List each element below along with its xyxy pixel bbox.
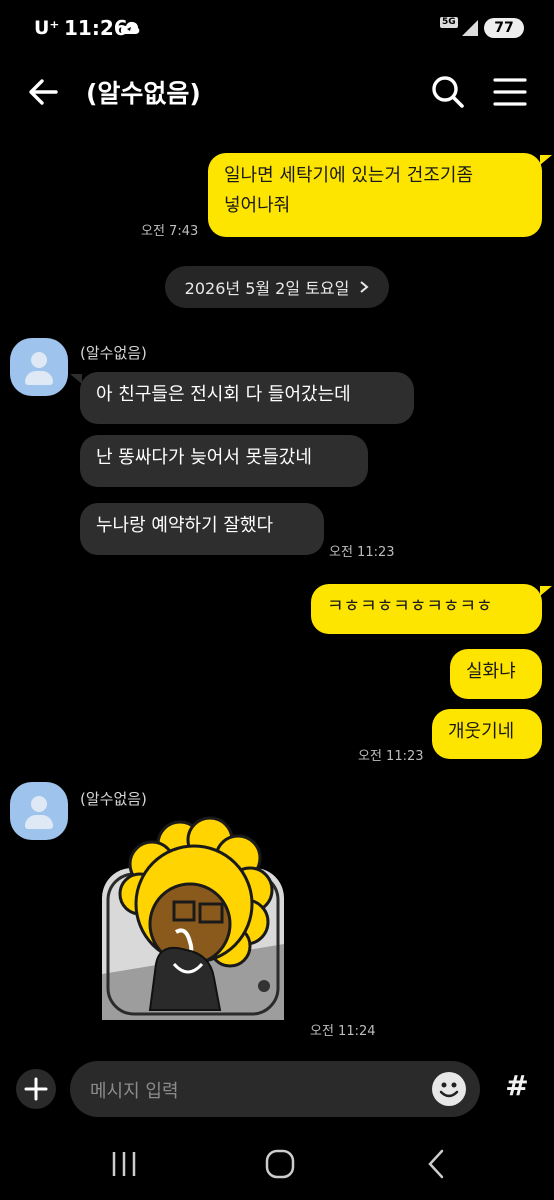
sender-name: (알수없음) bbox=[80, 790, 147, 808]
carrier-label: U⁺ bbox=[34, 17, 60, 39]
outgoing-message-bubble[interactable]: 개웃기네 bbox=[432, 709, 542, 759]
message-text: 실화냐 bbox=[466, 661, 516, 682]
battery-indicator: 77 bbox=[484, 18, 524, 38]
incoming-message-bubble[interactable]: 누나랑 예약하기 잘했다 bbox=[80, 503, 324, 555]
hashtag-button[interactable]: # bbox=[494, 1063, 540, 1109]
avatar-head bbox=[31, 352, 47, 368]
outgoing-message-bubble[interactable]: 실화냐 bbox=[450, 649, 542, 699]
attach-button[interactable] bbox=[16, 1069, 56, 1109]
date-divider[interactable]: 2026년 5월 2일 토요일 bbox=[165, 266, 389, 308]
smiley-icon bbox=[439, 1082, 459, 1098]
sticker-image[interactable] bbox=[90, 814, 286, 1024]
nav-back-icon[interactable] bbox=[424, 1148, 448, 1180]
chat-title: (알수없음) bbox=[86, 79, 201, 108]
message-text: ㅋㅎㅋㅎㅋㅎㅋㅎㅋㅎ bbox=[327, 596, 493, 617]
emoticon-button[interactable] bbox=[432, 1072, 466, 1106]
avatar-body bbox=[25, 815, 53, 829]
system-nav-bar bbox=[0, 1128, 554, 1200]
avatar[interactable] bbox=[10, 782, 68, 840]
cloud-sync-icon bbox=[120, 21, 140, 34]
menu-icon[interactable] bbox=[492, 74, 528, 110]
sender-name: (알수없음) bbox=[80, 344, 147, 362]
message-time: 오전 11:23 bbox=[329, 545, 395, 560]
avatar-body bbox=[25, 371, 53, 385]
incoming-message-bubble[interactable]: 난 똥싸다가 늦어서 못들갔네 bbox=[80, 435, 368, 487]
message-input-placeholder: 메시지 입력 bbox=[90, 1081, 179, 1102]
message-input[interactable]: 메시지 입력 bbox=[70, 1061, 480, 1117]
date-divider-label: 2026년 5월 2일 토요일 bbox=[184, 279, 350, 298]
network-type-label: 5G bbox=[440, 17, 458, 28]
outgoing-message-bubble[interactable]: 일나면 세탁기에 있는거 건조기좀 넣어나줘 bbox=[208, 153, 542, 237]
message-text: 개웃기네 bbox=[448, 721, 515, 742]
back-arrow-icon[interactable] bbox=[24, 74, 64, 110]
chevron-right-icon bbox=[360, 281, 369, 293]
avatar[interactable] bbox=[10, 338, 68, 396]
message-text: 난 똥싸다가 늦어서 못들갔네 bbox=[96, 447, 312, 468]
chat-area[interactable]: 오전 7:43 일나면 세탁기에 있는거 건조기좀 넣어나줘 2026년 5월 … bbox=[0, 128, 554, 1050]
message-text: 아 친구들은 전시회 다 들어갔는데 bbox=[96, 384, 351, 405]
message-time: 오전 7:43 bbox=[141, 224, 199, 239]
bubble-tail bbox=[70, 374, 82, 384]
home-icon[interactable] bbox=[264, 1148, 296, 1180]
message-text-line: 넣어나줘 bbox=[224, 195, 291, 216]
plus-icon bbox=[24, 1077, 48, 1101]
message-time: 오전 11:24 bbox=[310, 1024, 376, 1039]
status-bar: U⁺ 11:26 5G 77 bbox=[0, 0, 554, 58]
recent-apps-icon[interactable] bbox=[108, 1150, 140, 1178]
message-text-line: 일나면 세탁기에 있는거 건조기좀 bbox=[224, 165, 474, 186]
chat-header: (알수없음) bbox=[0, 58, 554, 128]
avatar-head bbox=[31, 796, 47, 812]
incoming-message-bubble[interactable]: 아 친구들은 전시회 다 들어갔는데 bbox=[80, 372, 414, 424]
message-time: 오전 11:23 bbox=[358, 749, 424, 764]
status-time: 11:26 bbox=[64, 16, 128, 40]
message-text: 누나랑 예약하기 잘했다 bbox=[96, 515, 274, 536]
bubble-tail bbox=[540, 586, 552, 596]
search-icon[interactable] bbox=[428, 72, 468, 112]
signal-icon bbox=[462, 20, 478, 36]
bubble-tail bbox=[540, 155, 552, 165]
message-input-bar: 메시지 입력 # bbox=[0, 1056, 554, 1122]
outgoing-message-bubble[interactable]: ㅋㅎㅋㅎㅋㅎㅋㅎㅋㅎ bbox=[311, 584, 542, 634]
